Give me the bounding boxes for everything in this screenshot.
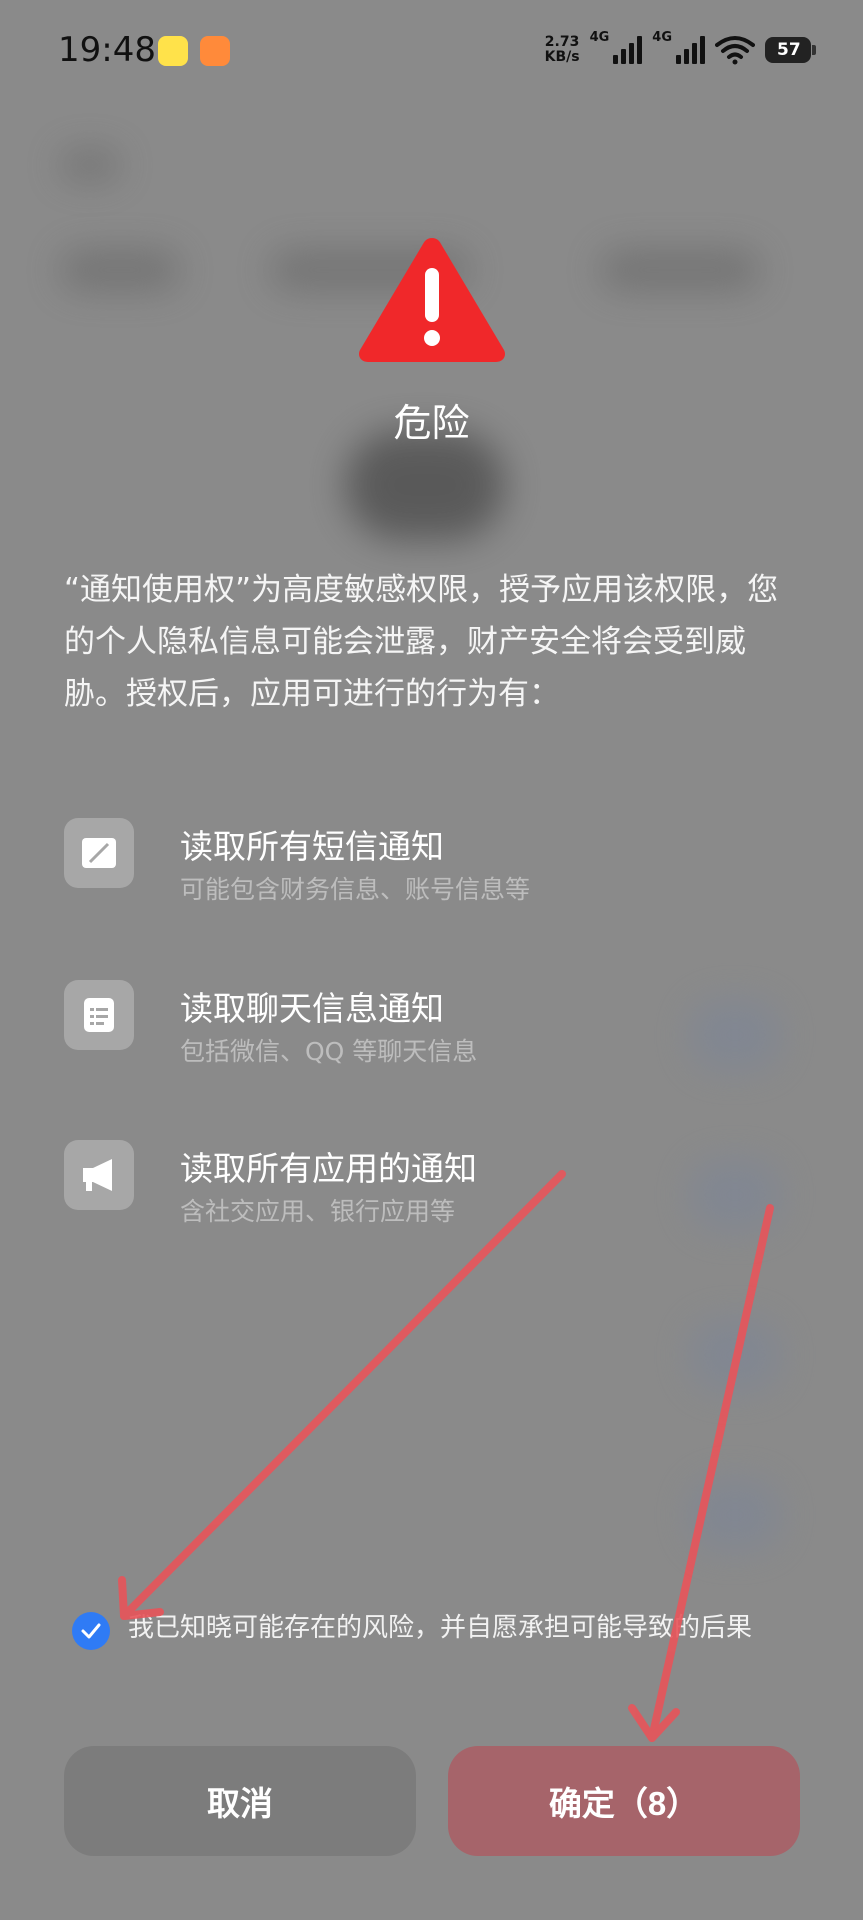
dialog-title: 危险 bbox=[393, 401, 470, 445]
wifi-icon bbox=[715, 36, 755, 65]
permission-item-sms: 读取所有短信通知 可能包含财务信息、账号信息等 bbox=[64, 818, 804, 918]
cancel-button[interactable]: 取消 bbox=[64, 1746, 416, 1856]
consent-checkbox[interactable] bbox=[72, 1612, 110, 1650]
megaphone-icon bbox=[83, 1159, 112, 1191]
confirm-button[interactable]: 确定（8） bbox=[448, 1746, 800, 1856]
sms-icon bbox=[82, 838, 116, 868]
status-icons: 2.73 KB/s 4G 4G 57 bbox=[544, 30, 816, 70]
warning-icon bbox=[358, 238, 506, 362]
signal-type-1: 4G bbox=[589, 30, 610, 45]
signal-bars-2-icon bbox=[676, 36, 705, 64]
status-time: 19:48 bbox=[58, 30, 156, 70]
status-bar: 19:48 2.73 KB/s 4G 4G 57 bbox=[0, 0, 863, 104]
music-app-icon bbox=[158, 36, 188, 66]
dialog-description: “通知使用权”为高度敏感权限，授予应用该权限，您的个人隐私信息可能会泄露，财产安… bbox=[64, 572, 779, 712]
signal-type-2: 4G bbox=[652, 30, 672, 45]
chat-icon bbox=[84, 998, 114, 1032]
signal-bars-1-icon bbox=[613, 36, 643, 64]
net-speed: 2.73 KB/s bbox=[544, 34, 580, 65]
checkmark-icon bbox=[81, 1623, 101, 1639]
permission-item-apps: 读取所有应用的通知 含社交应用、银行应用等 bbox=[64, 1140, 804, 1240]
battery-icon: 57 bbox=[765, 37, 816, 63]
consent-text: 我已知晓可能存在的风险，并自愿承担可能导致的后果 bbox=[128, 1613, 753, 1643]
permission-item-chat: 读取聊天信息通知 包括微信、QQ 等聊天信息 bbox=[64, 980, 804, 1080]
video-app-icon bbox=[200, 36, 230, 66]
